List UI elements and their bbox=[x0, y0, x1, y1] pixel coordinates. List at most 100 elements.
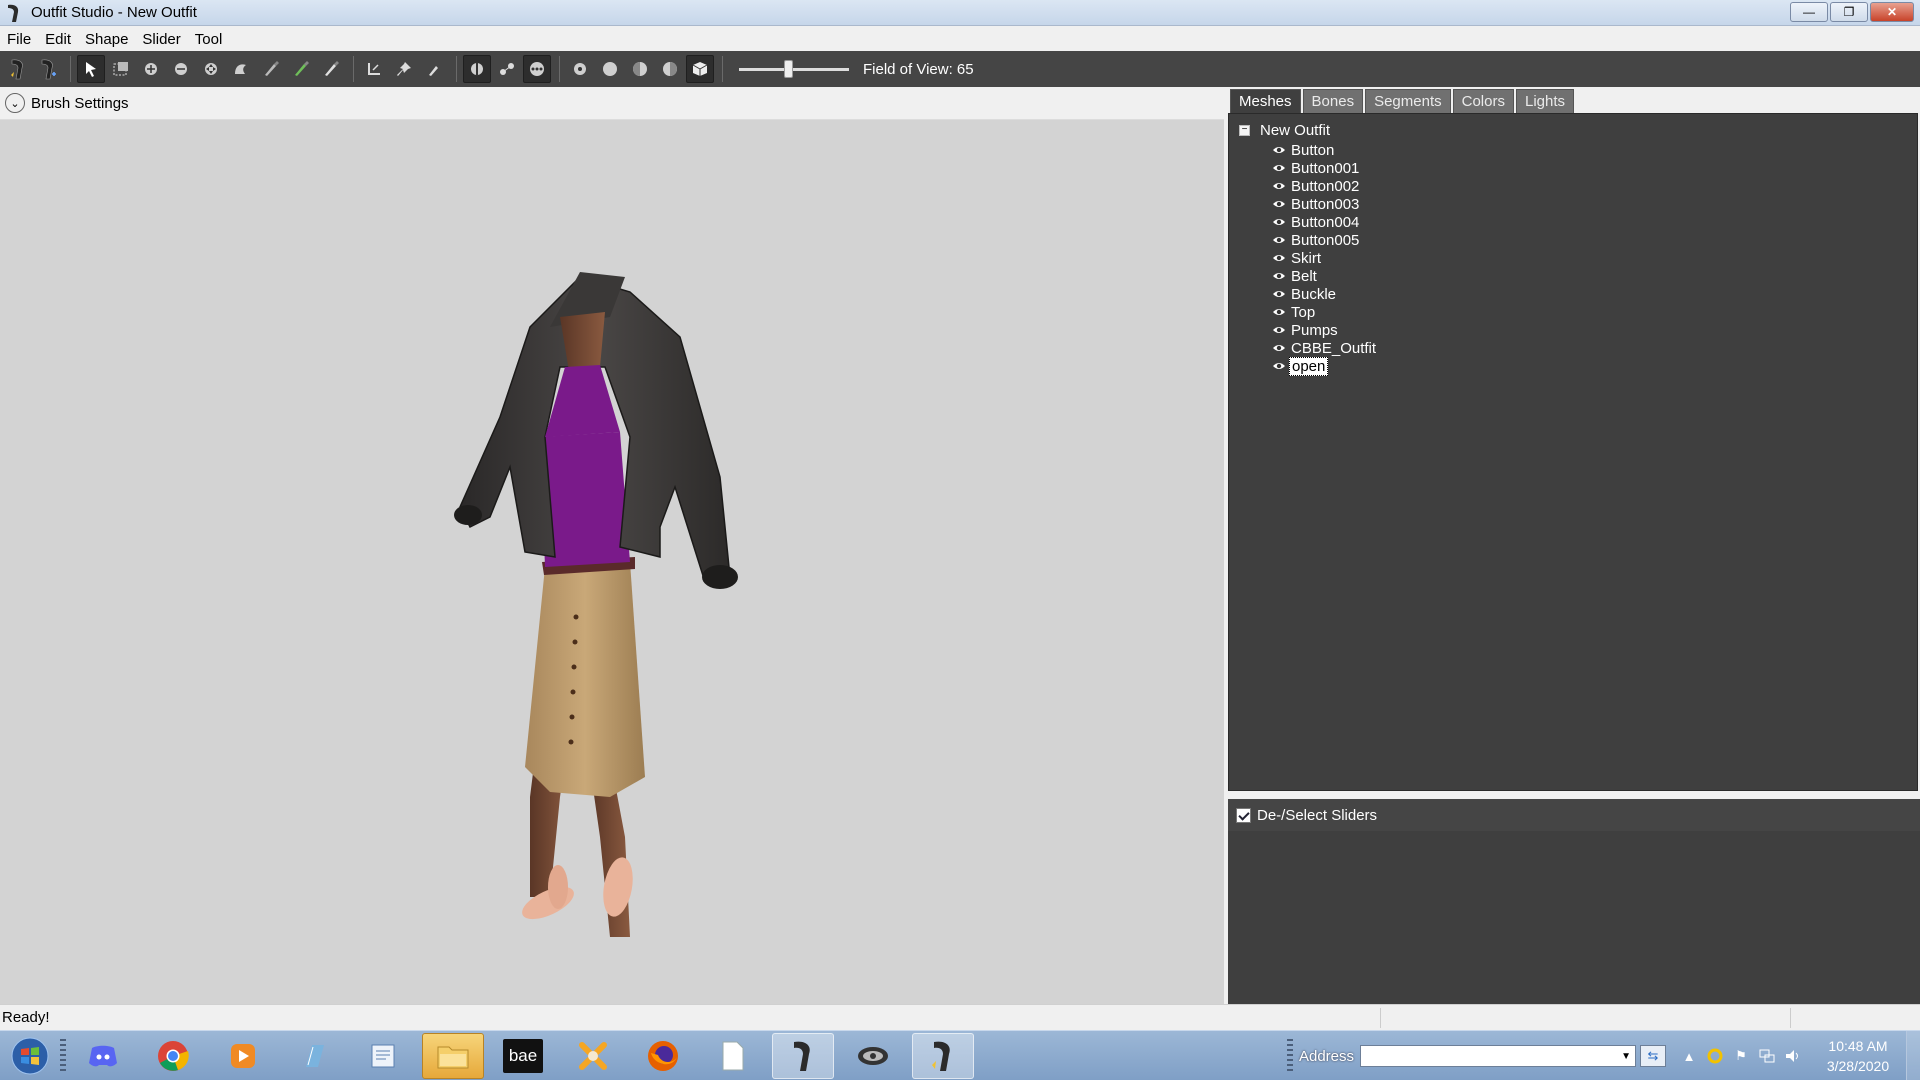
collapse-icon[interactable]: − bbox=[1239, 125, 1250, 136]
tree-item[interactable]: Top bbox=[1272, 302, 1317, 322]
tree-root-label[interactable]: New Outfit bbox=[1260, 122, 1330, 139]
view-right-icon[interactable] bbox=[656, 55, 684, 83]
go-button[interactable]: ⇆ bbox=[1640, 1045, 1666, 1067]
deflate-brush-icon[interactable] bbox=[167, 55, 195, 83]
color-brush-icon[interactable] bbox=[317, 55, 345, 83]
tree-item[interactable]: Button bbox=[1272, 140, 1336, 160]
deselect-sliders-row[interactable]: De-/Select Sliders bbox=[1228, 799, 1920, 831]
tree-item[interactable]: Buckle bbox=[1272, 284, 1338, 304]
tree-item[interactable]: open bbox=[1272, 356, 1329, 376]
tab-colors[interactable]: Colors bbox=[1452, 89, 1514, 113]
show-desktop-button[interactable] bbox=[1906, 1031, 1920, 1080]
tree-item[interactable]: Pumps bbox=[1272, 320, 1340, 340]
eye-visibility-icon[interactable] bbox=[1272, 181, 1286, 191]
show-hidden-icons-icon[interactable]: ▲ bbox=[1680, 1047, 1698, 1065]
chevron-down-icon[interactable]: ⌄ bbox=[5, 93, 25, 113]
network-icon[interactable] bbox=[1758, 1047, 1776, 1065]
tree-item[interactable]: Button004 bbox=[1272, 212, 1361, 232]
outfit-studio-taskbar-icon-2[interactable] bbox=[912, 1032, 974, 1079]
connected-only-icon[interactable] bbox=[493, 55, 521, 83]
clock[interactable]: 10:48 AM 3/28/2020 bbox=[1810, 1036, 1906, 1076]
tab-bones[interactable]: Bones bbox=[1302, 89, 1364, 113]
toolbar-grip[interactable] bbox=[1286, 1039, 1293, 1073]
tree-item[interactable]: Belt bbox=[1272, 266, 1319, 286]
edit-tool-icon[interactable] bbox=[420, 55, 448, 83]
eye-visibility-icon[interactable] bbox=[1272, 325, 1286, 335]
fov-slider[interactable] bbox=[739, 55, 849, 83]
view-left-icon[interactable] bbox=[626, 55, 654, 83]
tab-lights[interactable]: Lights bbox=[1515, 89, 1575, 113]
eye-visibility-icon[interactable] bbox=[1272, 163, 1286, 173]
eye-visibility-icon[interactable] bbox=[1272, 343, 1286, 353]
tree-item[interactable]: Button001 bbox=[1272, 158, 1361, 178]
eye-visibility-icon[interactable] bbox=[1272, 289, 1286, 299]
eye-visibility-icon[interactable] bbox=[1272, 361, 1286, 371]
tree-item[interactable]: Button003 bbox=[1272, 194, 1361, 214]
global-brush-icon[interactable] bbox=[523, 55, 551, 83]
reference-icon[interactable] bbox=[34, 55, 62, 83]
inflate-brush-icon[interactable] bbox=[137, 55, 165, 83]
eye-visibility-icon[interactable] bbox=[1272, 235, 1286, 245]
tab-segments[interactable]: Segments bbox=[1365, 89, 1451, 113]
perspective-icon[interactable] bbox=[686, 55, 714, 83]
tree-item[interactable]: CBBE_Outfit bbox=[1272, 338, 1378, 358]
restore-button[interactable]: ❐ bbox=[1830, 2, 1868, 22]
discord-icon[interactable] bbox=[72, 1033, 134, 1079]
deselect-sliders-checkbox[interactable] bbox=[1236, 807, 1251, 823]
outfit-studio-taskbar-icon[interactable] bbox=[772, 1032, 834, 1079]
minimize-button[interactable]: — bbox=[1790, 2, 1828, 22]
select-tool-icon[interactable] bbox=[77, 55, 105, 83]
eye-visibility-icon[interactable] bbox=[1272, 253, 1286, 263]
security-icon[interactable] bbox=[1706, 1047, 1724, 1065]
firefox-icon[interactable] bbox=[632, 1033, 694, 1079]
menu-shape[interactable]: Shape bbox=[78, 31, 135, 48]
tree-item[interactable]: Button002 bbox=[1272, 176, 1361, 196]
eye-visibility-icon[interactable] bbox=[1272, 271, 1286, 281]
brush-settings-bar[interactable]: ⌄ Brush Settings bbox=[0, 87, 1224, 120]
mesh-tree[interactable]: − New Outfit Button Button001 Button002 But… bbox=[1228, 113, 1918, 791]
blender-icon[interactable] bbox=[562, 1033, 624, 1079]
taskbar-grip[interactable] bbox=[60, 1038, 66, 1073]
view-front-icon[interactable] bbox=[566, 55, 594, 83]
dropdown-arrow-icon[interactable]: ▼ bbox=[1621, 1051, 1631, 1062]
tree-item[interactable]: Button005 bbox=[1272, 230, 1361, 250]
close-button[interactable]: ✕ bbox=[1870, 2, 1914, 22]
file-explorer-icon[interactable] bbox=[422, 1032, 484, 1079]
weight-brush-icon[interactable] bbox=[287, 55, 315, 83]
eye-visibility-icon[interactable] bbox=[1272, 199, 1286, 209]
menu-edit[interactable]: Edit bbox=[38, 31, 78, 48]
transform-tool-icon[interactable] bbox=[107, 55, 135, 83]
eye-visibility-icon[interactable] bbox=[1272, 217, 1286, 227]
media-player-icon[interactable] bbox=[212, 1033, 274, 1079]
eye-visibility-icon[interactable] bbox=[1272, 145, 1286, 155]
text-editor-icon[interactable] bbox=[352, 1033, 414, 1079]
move-brush-icon[interactable] bbox=[197, 55, 225, 83]
3d-viewport[interactable]: ⌄ Brush Settings bbox=[0, 87, 1224, 1004]
tree-item[interactable]: Skirt bbox=[1272, 248, 1323, 268]
start-button[interactable] bbox=[6, 1033, 54, 1079]
horizontal-splitter[interactable] bbox=[1228, 791, 1920, 799]
fov-slider-thumb[interactable] bbox=[784, 60, 793, 78]
volume-icon[interactable] bbox=[1784, 1047, 1802, 1065]
address-input[interactable]: ▼ bbox=[1360, 1045, 1636, 1067]
menu-tool[interactable]: Tool bbox=[188, 31, 230, 48]
notepad-icon[interactable] bbox=[282, 1033, 344, 1079]
smooth-brush-icon[interactable] bbox=[227, 55, 255, 83]
flag-icon[interactable]: ⚑ bbox=[1732, 1047, 1750, 1065]
tab-meshes[interactable]: Meshes bbox=[1230, 89, 1301, 113]
sliders-list[interactable] bbox=[1228, 831, 1920, 1004]
blank-document-icon[interactable] bbox=[702, 1033, 764, 1079]
eye-visibility-icon[interactable] bbox=[1272, 307, 1286, 317]
creation-kit-icon[interactable] bbox=[842, 1033, 904, 1079]
menu-file[interactable]: File bbox=[0, 31, 38, 48]
mask-brush-icon[interactable] bbox=[257, 55, 285, 83]
outfit-studio-icon[interactable] bbox=[4, 55, 32, 83]
menu-slider[interactable]: Slider bbox=[135, 31, 187, 48]
bae-icon[interactable]: bae bbox=[492, 1033, 554, 1079]
mirror-x-icon[interactable] bbox=[463, 55, 491, 83]
pin-tool-icon[interactable] bbox=[390, 55, 418, 83]
chrome-icon[interactable] bbox=[142, 1033, 204, 1079]
view-back-icon[interactable] bbox=[596, 55, 624, 83]
anchor-tool-icon[interactable] bbox=[360, 55, 388, 83]
tree-root[interactable]: − New Outfit bbox=[1239, 122, 1330, 139]
